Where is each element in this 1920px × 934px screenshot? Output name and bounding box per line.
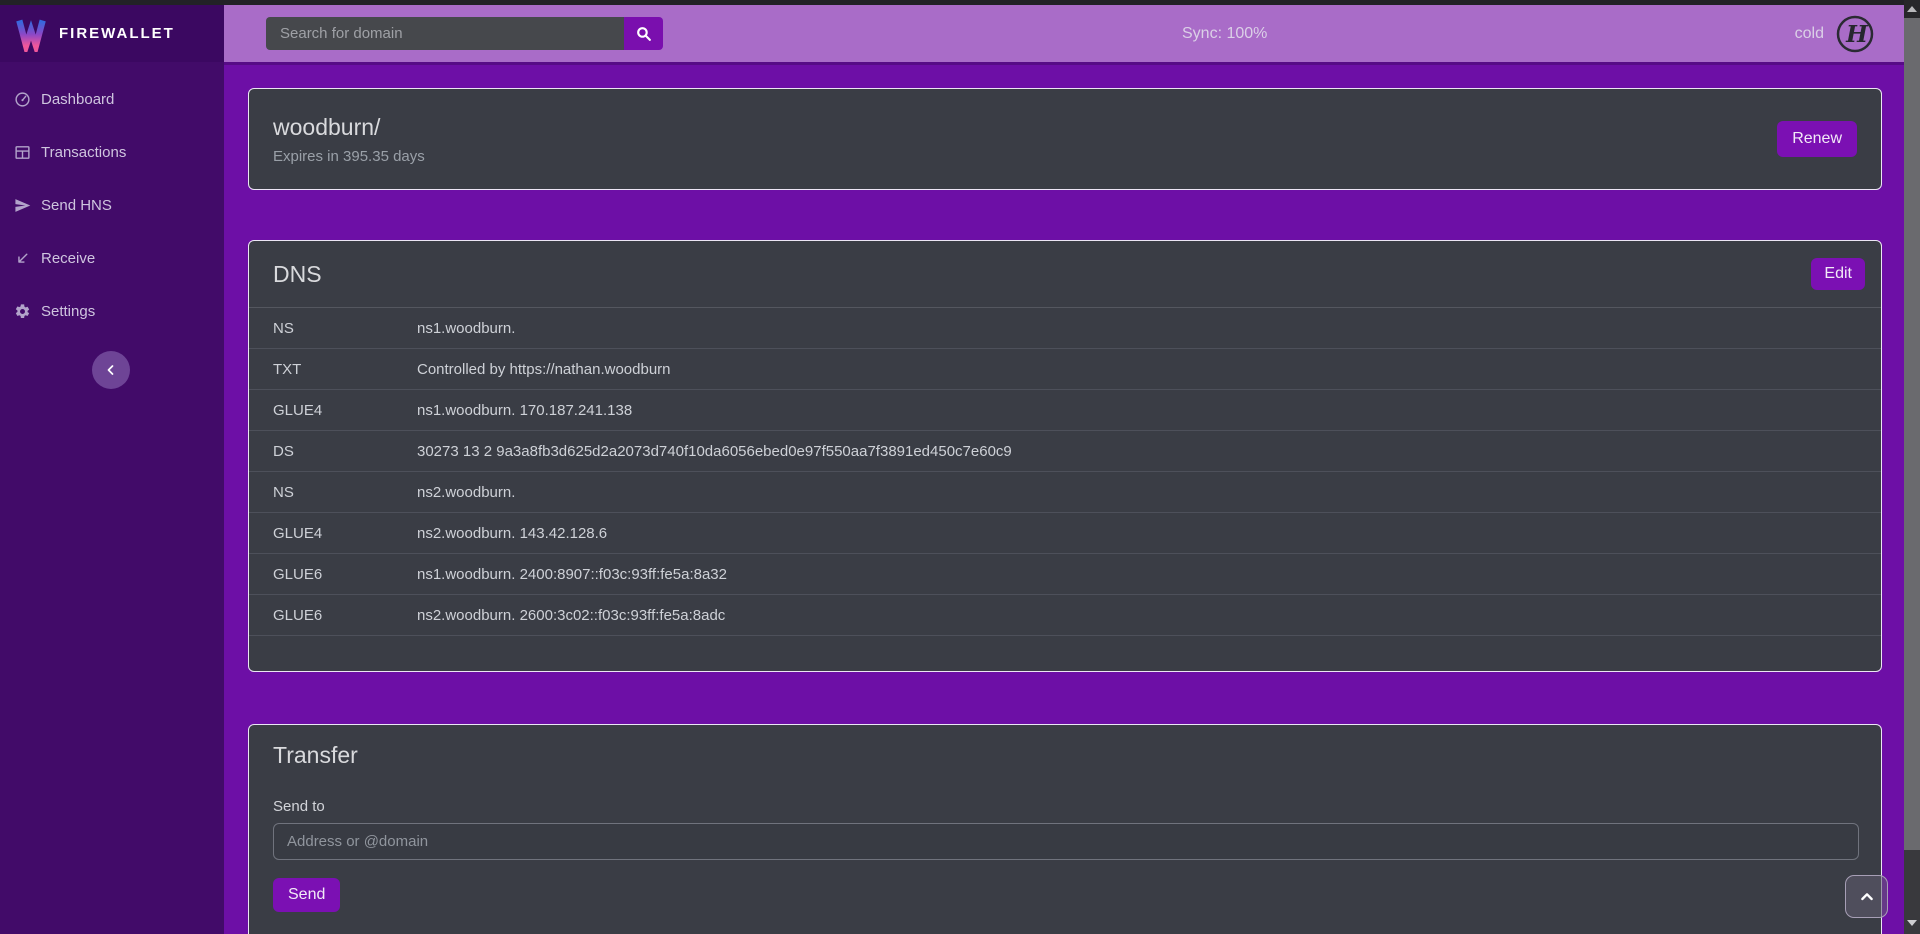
sidebar: FIREWALLET Dashboard Transactions bbox=[0, 5, 224, 934]
dns-record-type: NS bbox=[273, 320, 417, 337]
dns-record-row: GLUE6 ns1.woodburn. 2400:8907::f03c:93ff… bbox=[249, 554, 1881, 595]
sidebar-item-settings[interactable]: Settings bbox=[0, 285, 224, 338]
scrollbar-down-arrow-icon[interactable] bbox=[1904, 915, 1920, 931]
scroll-to-top-button[interactable] bbox=[1845, 875, 1888, 918]
dns-record-type: GLUE6 bbox=[273, 566, 417, 583]
transfer-address-input[interactable] bbox=[273, 823, 1859, 860]
sidebar-item-transactions[interactable]: Transactions bbox=[0, 126, 224, 179]
dns-record-type: DS bbox=[273, 443, 417, 460]
search-icon bbox=[635, 25, 652, 42]
dns-record-value: ns2.woodburn. 2600:3c02::f03c:93ff:fe5a:… bbox=[417, 607, 1857, 624]
dns-record-value: ns1.woodburn. 2400:8907::f03c:93ff:fe5a:… bbox=[417, 566, 1857, 583]
topbar: Sync: 100% cold H bbox=[224, 5, 1904, 65]
transfer-title: Transfer bbox=[249, 725, 1881, 769]
dns-record-value: ns1.woodburn. 170.187.241.138 bbox=[417, 402, 1857, 419]
search-button[interactable] bbox=[624, 17, 663, 50]
dns-record-row: TXT Controlled by https://nathan.woodbur… bbox=[249, 349, 1881, 390]
domain-search bbox=[266, 17, 663, 50]
handshake-logo-icon: H bbox=[1836, 15, 1874, 53]
dns-record-type: GLUE4 bbox=[273, 525, 417, 542]
firewallet-logo-icon bbox=[13, 16, 49, 52]
dns-record-type: GLUE6 bbox=[273, 607, 417, 624]
dns-record-value: Controlled by https://nathan.woodburn bbox=[417, 361, 1857, 378]
edit-dns-button[interactable]: Edit bbox=[1811, 258, 1865, 290]
dns-record-row: DS 30273 13 2 9a3a8fb3d625d2a2073d740f10… bbox=[249, 431, 1881, 472]
dns-record-value: ns2.woodburn. 143.42.128.6 bbox=[417, 525, 1857, 542]
sidebar-nav: Dashboard Transactions Send HNS bbox=[0, 62, 224, 338]
sidebar-item-label: Receive bbox=[41, 250, 95, 267]
scrollbar-up-arrow-icon[interactable] bbox=[1904, 0, 1920, 18]
dns-record-row: GLUE4 ns2.woodburn. 143.42.128.6 bbox=[249, 513, 1881, 554]
vertical-scrollbar[interactable] bbox=[1904, 0, 1920, 934]
renew-button[interactable]: Renew bbox=[1777, 121, 1857, 157]
sidebar-item-label: Send HNS bbox=[41, 197, 112, 214]
sidebar-item-send-hns[interactable]: Send HNS bbox=[0, 179, 224, 232]
table-icon bbox=[14, 144, 31, 161]
receive-arrow-icon bbox=[14, 250, 31, 267]
sidebar-item-receive[interactable]: Receive bbox=[0, 232, 224, 285]
dns-record-row: GLUE4 ns1.woodburn. 170.187.241.138 bbox=[249, 390, 1881, 431]
chevron-up-icon bbox=[1859, 889, 1875, 905]
dns-card-header: DNS Edit bbox=[249, 241, 1881, 308]
domain-card: woodburn/ Expires in 395.35 days Renew bbox=[248, 88, 1882, 190]
sidebar-item-label: Dashboard bbox=[41, 91, 114, 108]
sidebar-item-label: Settings bbox=[41, 303, 95, 320]
dns-title: DNS bbox=[273, 261, 322, 288]
dns-record-value: 30273 13 2 9a3a8fb3d625d2a2073d740f10da6… bbox=[417, 443, 1857, 460]
brand-header: FIREWALLET bbox=[0, 5, 224, 62]
window-top-edge bbox=[0, 0, 1920, 5]
dns-card: DNS Edit NS ns1.woodburn. TXT Controlled… bbox=[248, 240, 1882, 672]
scrollbar-thumb[interactable] bbox=[1904, 18, 1920, 850]
svg-text:H: H bbox=[1845, 21, 1869, 48]
dns-record-type: GLUE4 bbox=[273, 402, 417, 419]
main-content: woodburn/ Expires in 395.35 days Renew D… bbox=[224, 65, 1904, 934]
sidebar-item-label: Transactions bbox=[41, 144, 126, 161]
dns-record-row: NS ns2.woodburn. bbox=[249, 472, 1881, 513]
gauge-icon bbox=[14, 91, 31, 108]
brand-name: FIREWALLET bbox=[59, 25, 175, 42]
dns-record-row: NS ns1.woodburn. bbox=[249, 308, 1881, 349]
gear-icon bbox=[14, 303, 31, 320]
send-icon bbox=[14, 197, 31, 214]
wallet-switcher[interactable]: cold H bbox=[1795, 15, 1874, 53]
sync-status: Sync: 100% bbox=[1182, 25, 1267, 43]
send-transfer-button[interactable]: Send bbox=[273, 878, 340, 912]
domain-card-text: woodburn/ Expires in 395.35 days bbox=[273, 114, 425, 165]
dns-record-value: ns2.woodburn. bbox=[417, 484, 1857, 501]
app-window: FIREWALLET Dashboard Transactions bbox=[0, 0, 1920, 934]
send-to-label: Send to bbox=[273, 798, 1857, 815]
chevron-left-icon bbox=[105, 364, 117, 376]
dns-record-row: GLUE6 ns2.woodburn. 2600:3c02::f03c:93ff… bbox=[249, 595, 1881, 636]
search-input[interactable] bbox=[266, 17, 624, 50]
dns-record-type: TXT bbox=[273, 361, 417, 378]
domain-title: woodburn/ bbox=[273, 114, 425, 141]
dns-record-value: ns1.woodburn. bbox=[417, 320, 1857, 337]
dns-record-type: NS bbox=[273, 484, 417, 501]
domain-expiry: Expires in 395.35 days bbox=[273, 148, 425, 165]
transfer-card: Transfer Send to Send bbox=[248, 724, 1882, 934]
wallet-name: cold bbox=[1795, 25, 1824, 43]
dns-records-table: NS ns1.woodburn. TXT Controlled by https… bbox=[249, 308, 1881, 636]
sidebar-collapse-button[interactable] bbox=[92, 351, 130, 389]
sidebar-item-dashboard[interactable]: Dashboard bbox=[0, 73, 224, 126]
